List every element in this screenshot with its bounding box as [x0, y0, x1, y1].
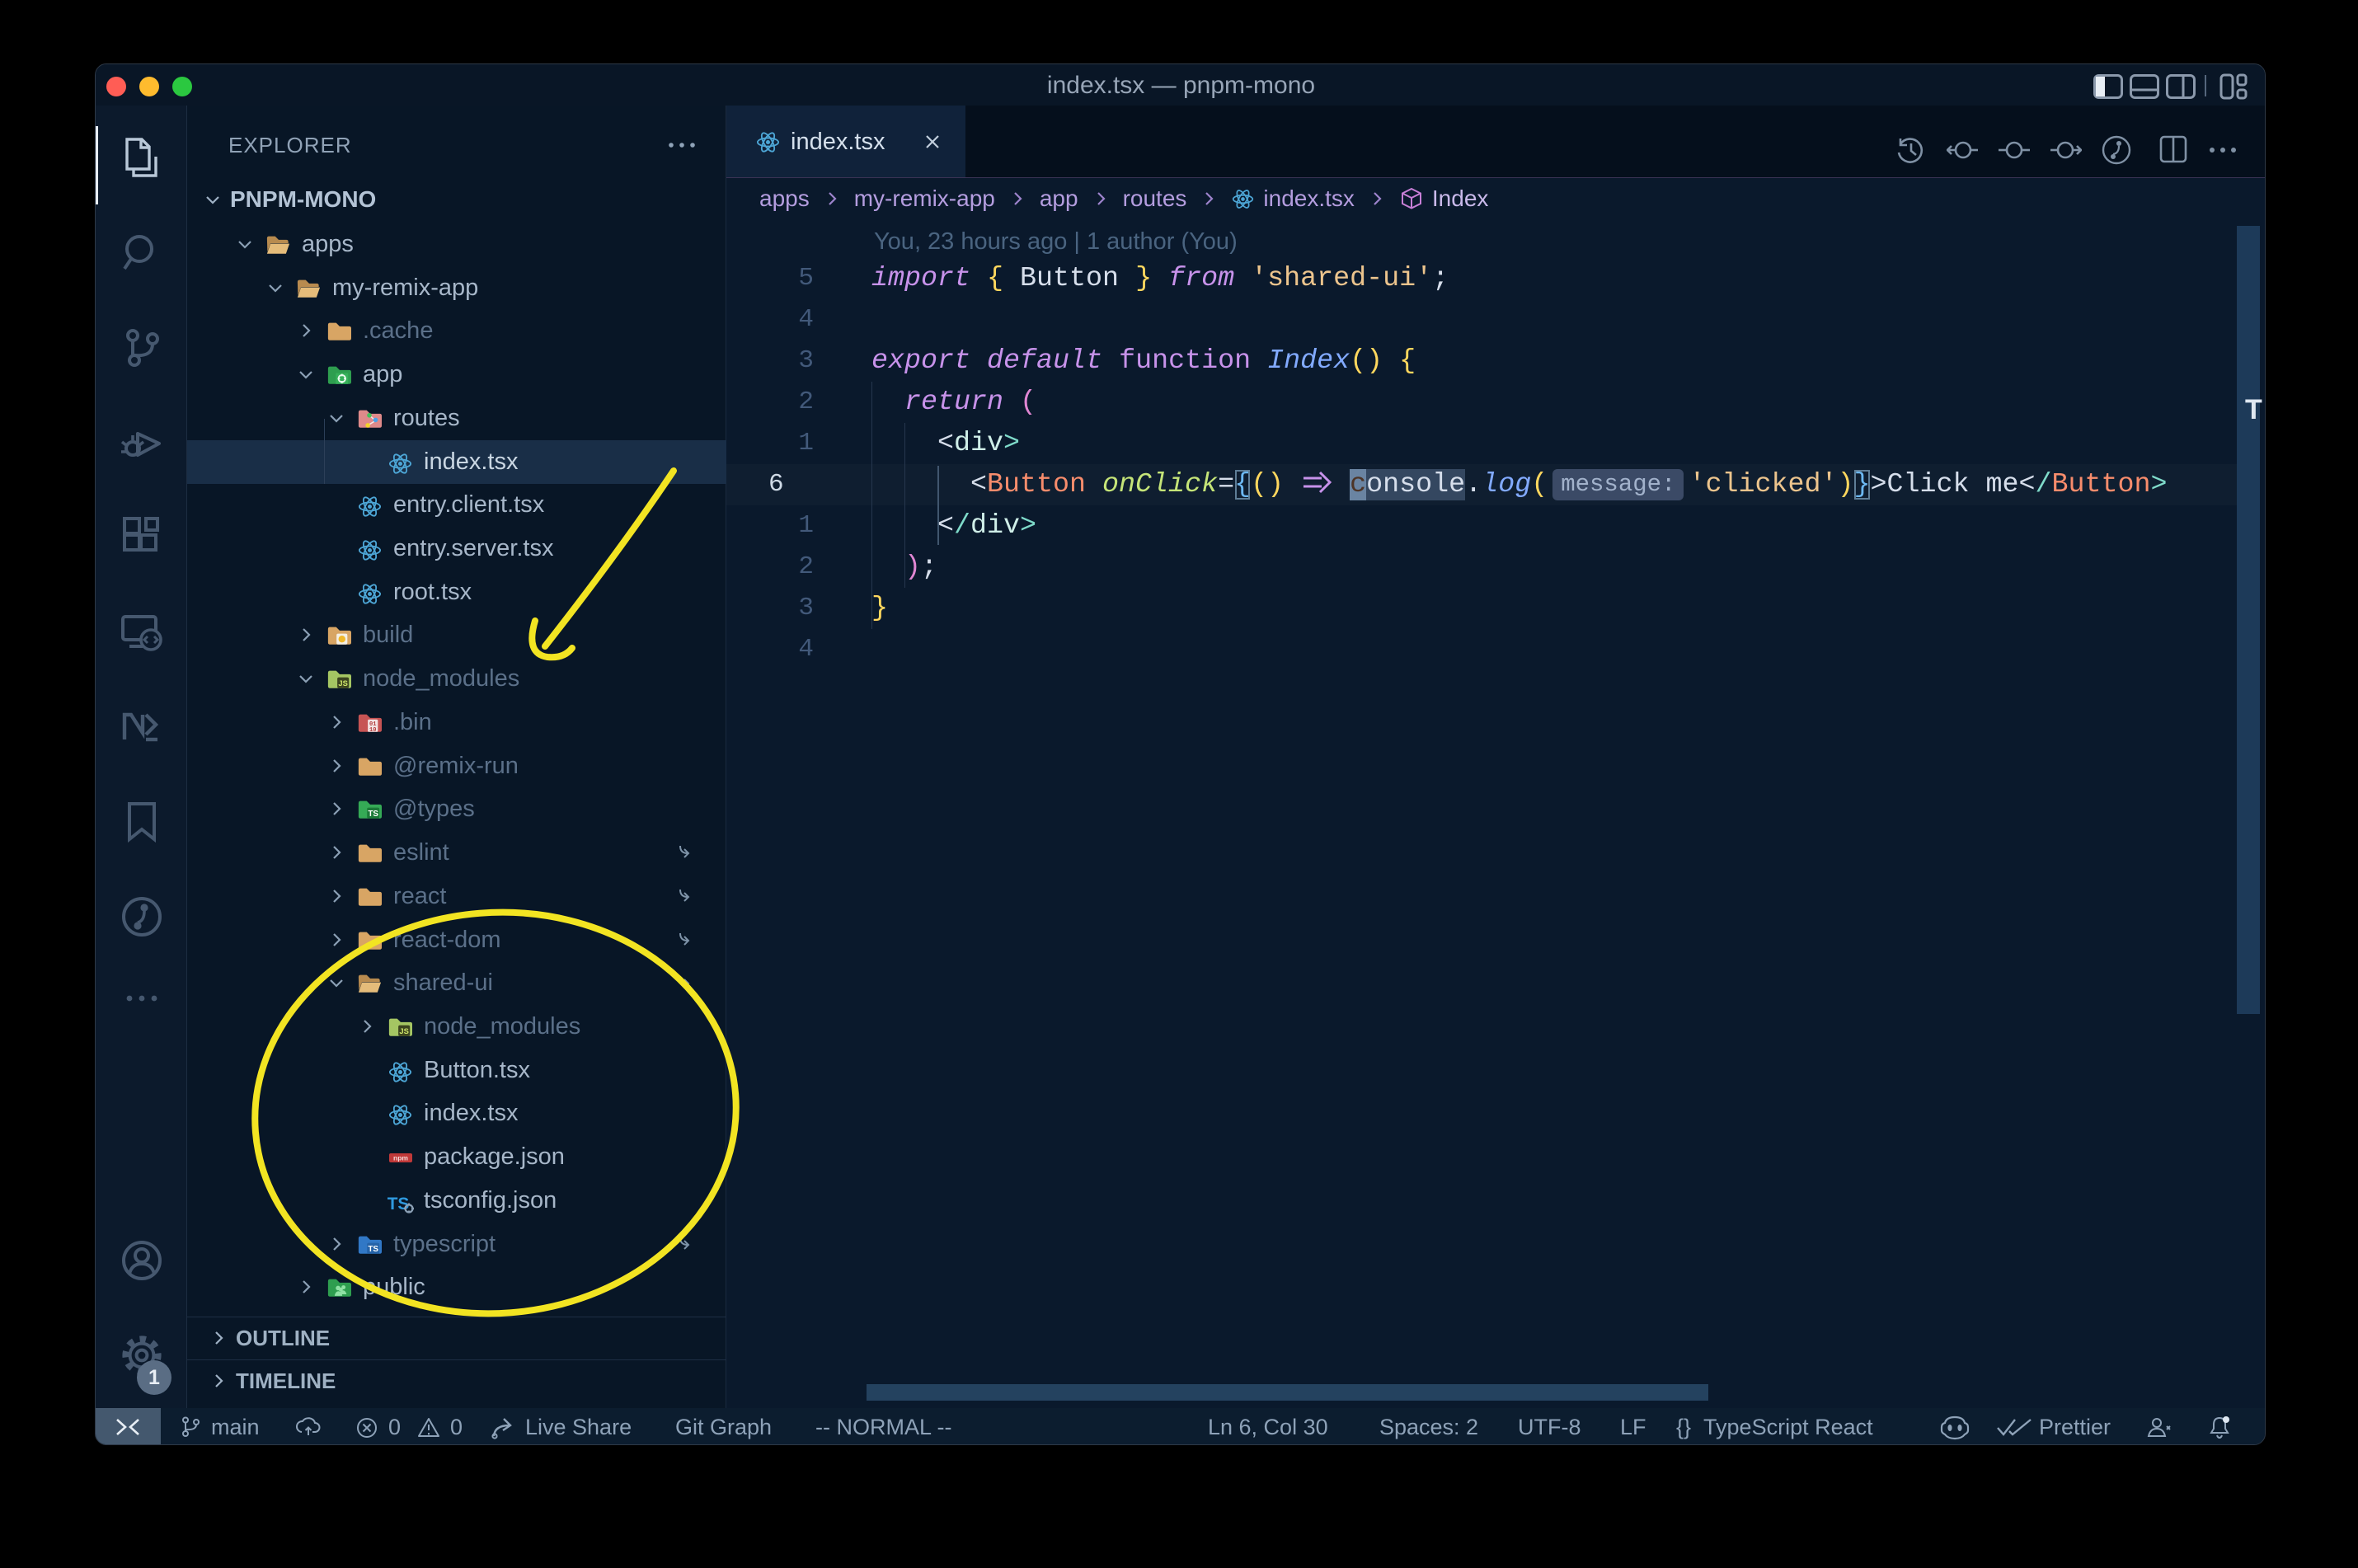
svg-text:JS: JS [338, 679, 347, 688]
svg-text:npm: npm [393, 1154, 408, 1162]
svg-text:JS: JS [399, 1027, 408, 1035]
svg-text:10: 10 [369, 727, 376, 734]
svg-text:TS: TS [368, 1245, 378, 1254]
svg-text:TS: TS [368, 810, 378, 819]
